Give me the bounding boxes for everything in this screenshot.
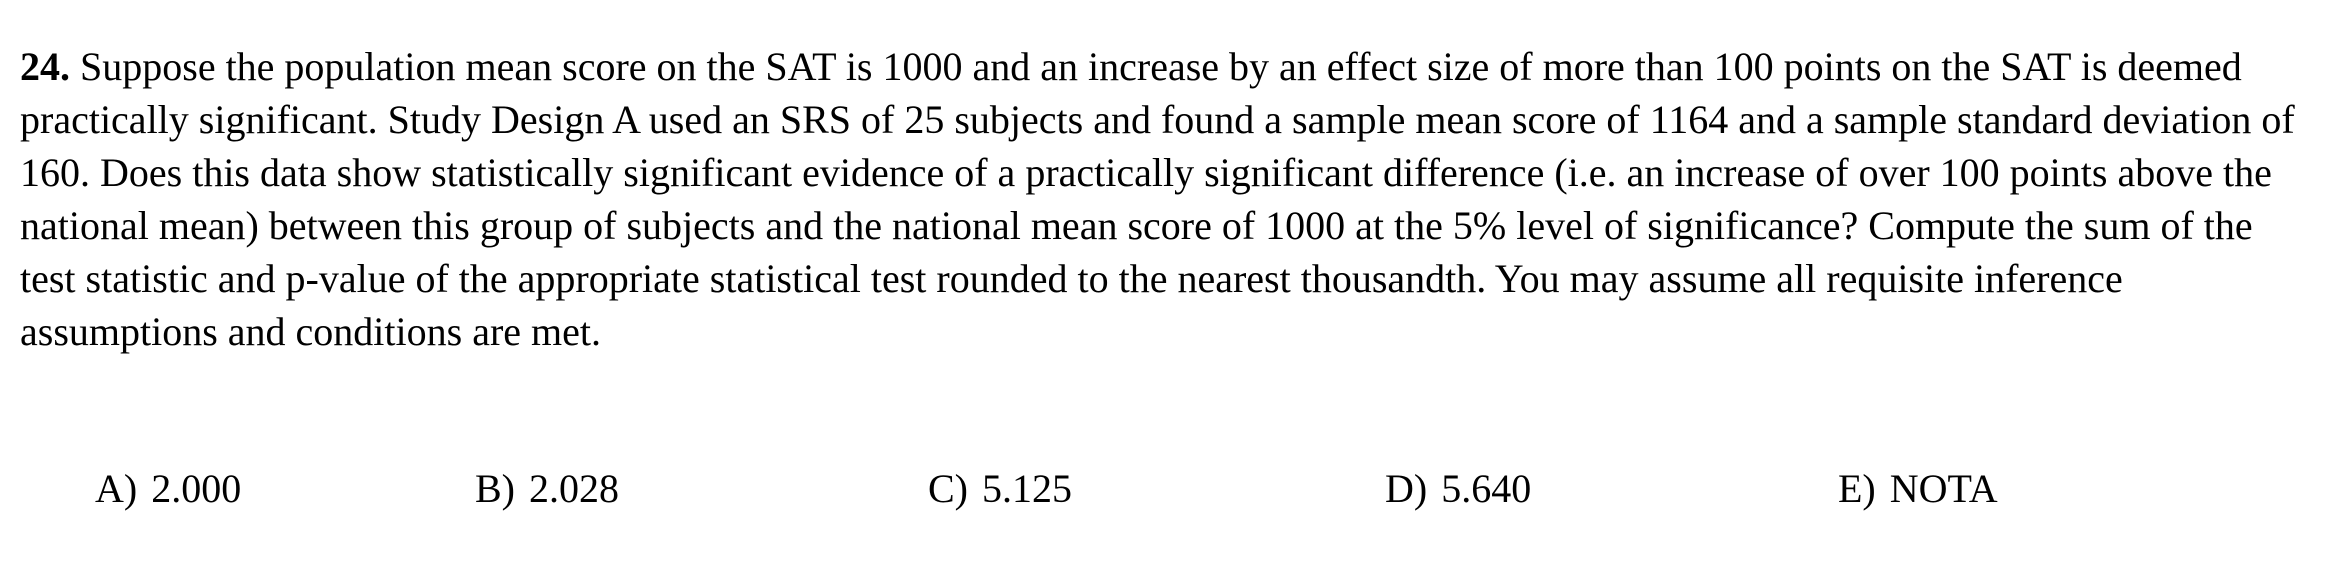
choice-c-value: 5.125 [982,466,1072,511]
question-24: 24. Suppose the population mean score on… [20,40,2310,358]
choice-c-letter: C) [928,466,968,511]
choice-a: A) 2.000 [95,462,241,515]
answer-choices: A) 2.000 B) 2.028 C) 5.125 D) 5.640 E) NOTA [0,462,2345,522]
choice-b-letter: B) [475,466,515,511]
choice-e-letter: E) [1838,466,1876,511]
choice-a-value: 2.000 [151,466,242,511]
choice-b-value: 2.028 [529,466,619,511]
choice-d: D) 5.640 [1385,462,1531,515]
choice-e-value: NOTA [1889,466,1998,511]
choice-d-letter: D) [1385,466,1428,511]
question-text: Suppose the population mean score on the… [20,44,2295,354]
choice-b: B) 2.028 [475,462,619,515]
question-number: 24. [20,44,70,89]
choice-c: C) 5.125 [928,462,1072,515]
choice-e: E) NOTA [1838,462,1998,515]
choice-a-letter: A) [95,466,138,511]
choice-d-value: 5.640 [1441,466,1532,511]
